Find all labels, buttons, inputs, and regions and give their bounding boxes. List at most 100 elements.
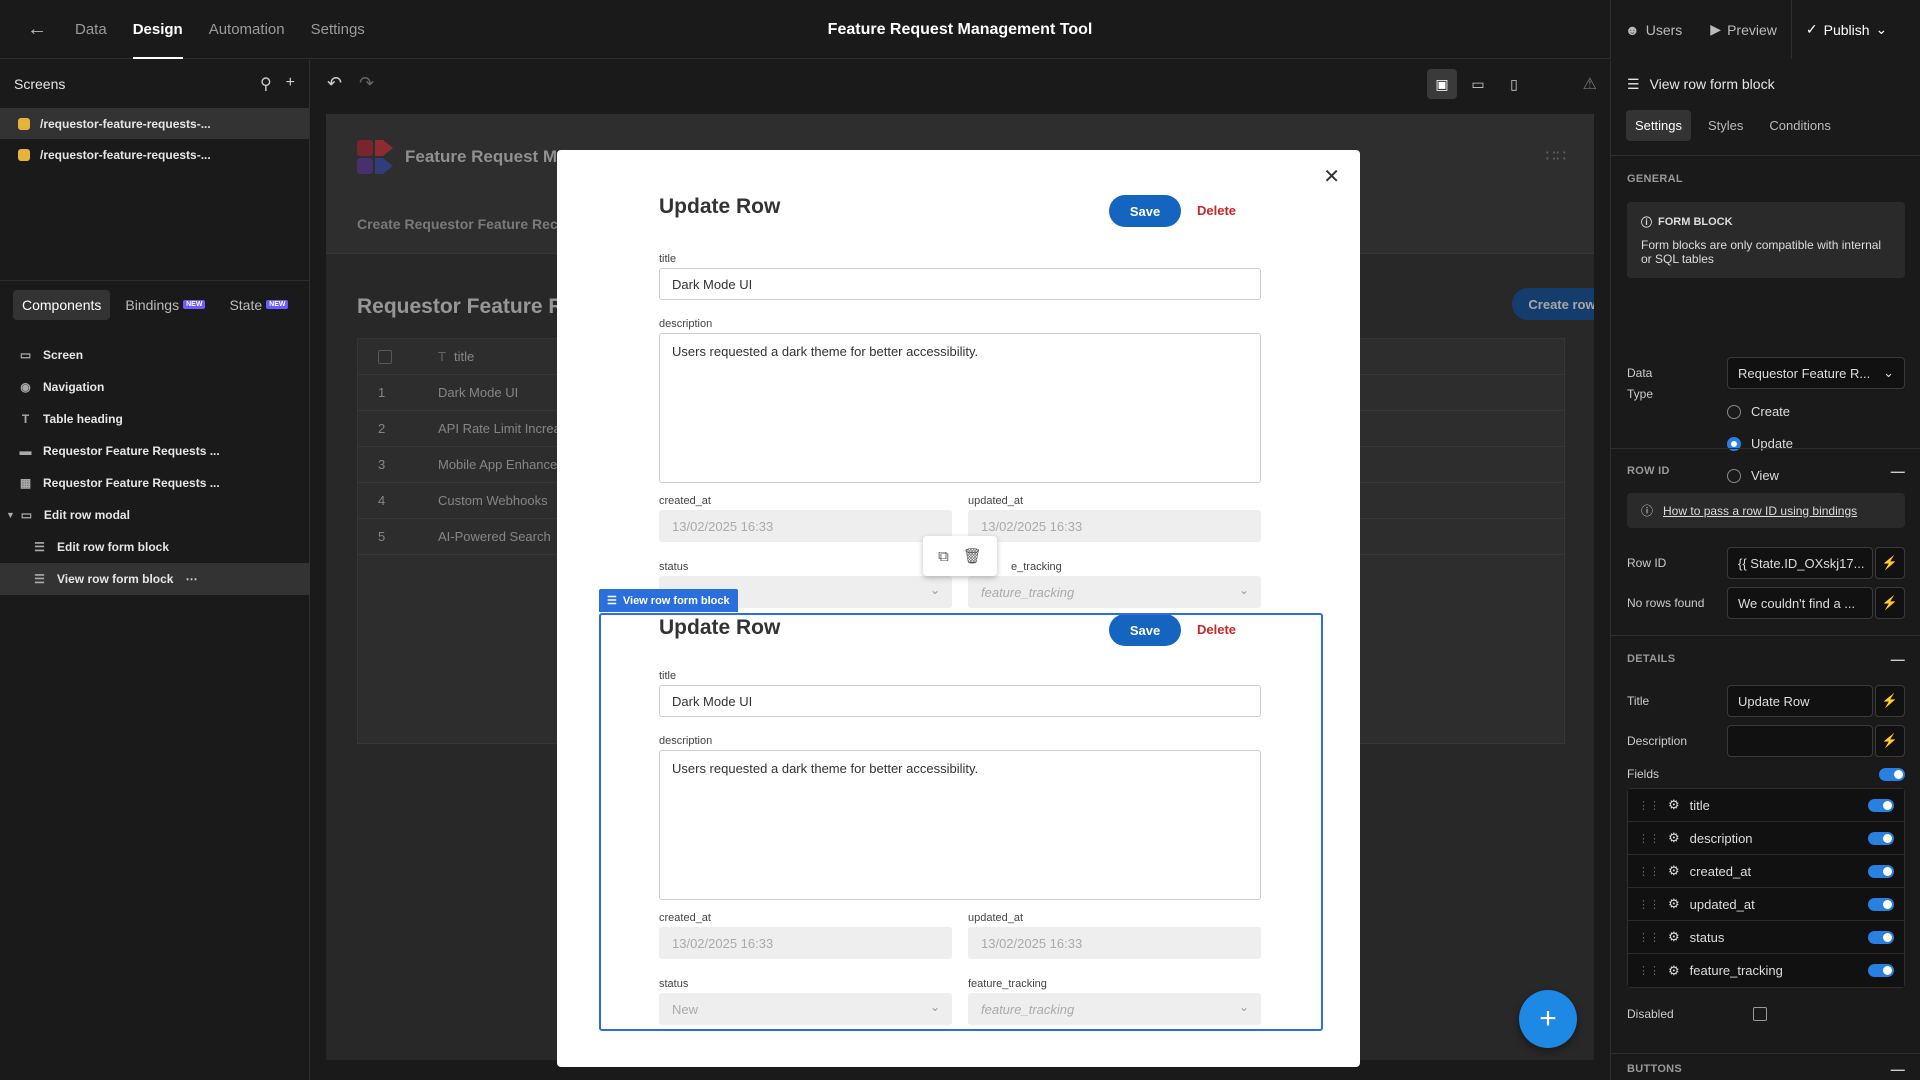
tab-state[interactable]: State NEW xyxy=(220,290,297,320)
tab-settings[interactable]: Settings xyxy=(298,0,378,59)
gear-icon[interactable]: ⚙ xyxy=(1668,929,1680,945)
tree-label: Requestor Feature Requests ... xyxy=(43,444,220,458)
data-select[interactable]: Requestor Feature R... ⌄ xyxy=(1727,357,1905,389)
field-item[interactable]: ⋮⋮ ⚙ feature_tracking xyxy=(1628,954,1904,987)
more-icon[interactable]: ⋯ xyxy=(185,572,197,586)
lightning-icon[interactable]: ⚡ xyxy=(1875,547,1905,579)
chevron-down-icon: ⌄ xyxy=(929,1000,940,1014)
lightning-icon[interactable]: ⚡ xyxy=(1875,685,1905,717)
field-item[interactable]: ⋮⋮ ⚙ description xyxy=(1628,822,1904,855)
field-item[interactable]: ⋮⋮ ⚙ updated_at xyxy=(1628,888,1904,921)
field-toggle[interactable] xyxy=(1868,930,1894,944)
description-setting-input[interactable] xyxy=(1727,725,1873,757)
lightning-icon[interactable]: ⚡ xyxy=(1875,587,1905,619)
gear-icon[interactable]: ⚙ xyxy=(1668,830,1680,846)
lightning-icon[interactable]: ⚡ xyxy=(1875,725,1905,757)
description-setting-label: Description xyxy=(1627,734,1688,748)
help-link[interactable]: How to pass a row ID using bindings xyxy=(1663,504,1857,518)
duplicate-icon[interactable]: ⧉ xyxy=(938,548,949,565)
drag-handle-icon[interactable]: ⋮⋮ xyxy=(1638,799,1660,812)
search-icon[interactable]: ⚲ xyxy=(260,74,272,94)
save-button[interactable]: Save xyxy=(1109,195,1181,227)
users-button[interactable]: ☻ Users xyxy=(1611,22,1696,38)
tree-node-edit-row-modal[interactable]: ▼ ▭ Edit row modal xyxy=(0,499,310,531)
drag-handle-icon[interactable]: ⋮⋮ xyxy=(1638,865,1660,878)
gear-icon[interactable]: ⚙ xyxy=(1668,863,1680,879)
radio-create[interactable]: Create xyxy=(1727,404,1790,419)
tree-node-screen[interactable]: ▭ Screen xyxy=(0,339,310,371)
tablet-icon[interactable]: ▭ xyxy=(1463,69,1493,99)
preview-button[interactable]: ▶ Preview xyxy=(1696,21,1791,38)
tab-automation[interactable]: Automation xyxy=(196,0,298,59)
title-input[interactable]: Dark Mode UI xyxy=(659,685,1261,717)
screen-item[interactable]: /requestor-feature-requests-... xyxy=(0,139,309,170)
view-row-form-block[interactable]: Update Row Save Delete title Dark Mode U… xyxy=(659,612,1261,1032)
warning-icon[interactable]: ⚠ xyxy=(1583,74,1597,94)
component-tabs: Components Bindings NEW State NEW xyxy=(0,280,310,328)
collapse-icon[interactable]: — xyxy=(1891,1061,1905,1077)
tree-node-table-heading[interactable]: T Table heading xyxy=(0,403,310,435)
tab-design[interactable]: Design xyxy=(120,0,196,59)
disabled-checkbox[interactable] xyxy=(1753,1007,1767,1021)
tree-node-button[interactable]: ▬ Requestor Feature Requests ... xyxy=(0,435,310,467)
field-toggle[interactable] xyxy=(1868,864,1894,878)
tree-node-view-row-form-block[interactable]: ☰ View row form block ⋯ xyxy=(0,563,310,595)
drag-handle-icon[interactable]: ⋮⋮ xyxy=(1638,832,1660,845)
gear-icon[interactable]: ⚙ xyxy=(1668,963,1680,979)
screen-item[interactable]: /requestor-feature-requests-... xyxy=(0,108,309,139)
tree-node-edit-row-form-block[interactable]: ☰ Edit row form block xyxy=(0,531,310,563)
collapse-icon[interactable]: — xyxy=(1891,651,1905,667)
drag-handle-icon[interactable]: ⋮⋮ xyxy=(1638,964,1660,977)
delete-button[interactable]: Delete xyxy=(1197,622,1236,637)
collapse-icon[interactable]: — xyxy=(1891,463,1905,479)
redo-icon[interactable]: ↷ xyxy=(359,73,374,94)
title-setting-input[interactable]: Update Row xyxy=(1727,685,1873,717)
field-toggle[interactable] xyxy=(1868,831,1894,845)
title-input[interactable]: Dark Mode UI xyxy=(659,268,1261,300)
add-icon[interactable]: + xyxy=(286,74,295,94)
delete-button[interactable]: Delete xyxy=(1197,203,1236,218)
save-button[interactable]: Save xyxy=(1109,614,1181,646)
screen-icon: ▭ xyxy=(19,348,32,362)
status-select[interactable]: New ⌄ xyxy=(659,993,952,1025)
row-id-help: ⓘ How to pass a row ID using bindings xyxy=(1627,493,1905,528)
back-arrow-icon[interactable]: ← xyxy=(27,18,47,41)
field-item[interactable]: ⋮⋮ ⚙ title xyxy=(1628,789,1904,822)
description-row: Description ⚡ xyxy=(1627,725,1905,757)
field-toggle[interactable] xyxy=(1868,964,1894,977)
field-item[interactable]: ⋮⋮ ⚙ created_at xyxy=(1628,855,1904,888)
tab-bindings[interactable]: Bindings NEW xyxy=(116,290,214,320)
feature-tracking-select[interactable]: feature_tracking ⌄ xyxy=(968,993,1261,1025)
publish-button[interactable]: ✓ Publish ⌄ xyxy=(1790,0,1907,59)
tree-node-table[interactable]: ▦ Requestor Feature Requests ... xyxy=(0,467,310,499)
undo-icon[interactable]: ↶ xyxy=(327,73,342,94)
tab-data[interactable]: Data xyxy=(62,0,120,59)
mobile-icon[interactable]: ▯ xyxy=(1499,69,1529,99)
tab-settings-panel[interactable]: Settings xyxy=(1626,109,1691,141)
feature-tracking-select[interactable]: feature_tracking ⌄ xyxy=(968,576,1261,608)
no-rows-input[interactable]: We couldn't find a ... xyxy=(1727,587,1873,619)
drag-handle-icon[interactable]: ⋮⋮ xyxy=(1638,931,1660,944)
gear-icon[interactable]: ⚙ xyxy=(1668,797,1680,813)
close-icon[interactable]: ✕ xyxy=(1323,164,1340,189)
drag-handle-icon[interactable]: ⋮⋮ xyxy=(1638,898,1660,911)
title-setting-label: Title xyxy=(1627,694,1650,708)
fields-toggle[interactable] xyxy=(1879,767,1905,781)
field-toggle[interactable] xyxy=(1868,897,1894,911)
details-section: DETAILS — Title Update Row ⚡ Description … xyxy=(1611,635,1920,1035)
tab-styles[interactable]: Styles xyxy=(1699,110,1752,141)
description-textarea[interactable]: Users requested a dark theme for better … xyxy=(659,333,1261,483)
field-toggle[interactable] xyxy=(1868,798,1894,812)
row-id-section: ROW ID — ⓘ How to pass a row ID using bin… xyxy=(1611,448,1920,619)
add-component-button[interactable]: + xyxy=(1519,990,1577,1048)
gear-icon[interactable]: ⚙ xyxy=(1668,896,1680,912)
field-item[interactable]: ⋮⋮ ⚙ status xyxy=(1628,921,1904,954)
tab-components[interactable]: Components xyxy=(13,289,111,320)
tab-conditions[interactable]: Conditions xyxy=(1760,110,1839,141)
tree-node-navigation[interactable]: ◉ Navigation xyxy=(0,371,310,403)
desktop-icon[interactable]: ▣ xyxy=(1427,69,1457,99)
chevron-down-icon[interactable]: ▼ xyxy=(6,510,15,520)
trash-icon[interactable]: 🗑 xyxy=(963,547,982,565)
row-id-input[interactable]: {{ State.ID_OXskj17... xyxy=(1727,547,1873,579)
description-textarea[interactable]: Users requested a dark theme for better … xyxy=(659,750,1261,900)
